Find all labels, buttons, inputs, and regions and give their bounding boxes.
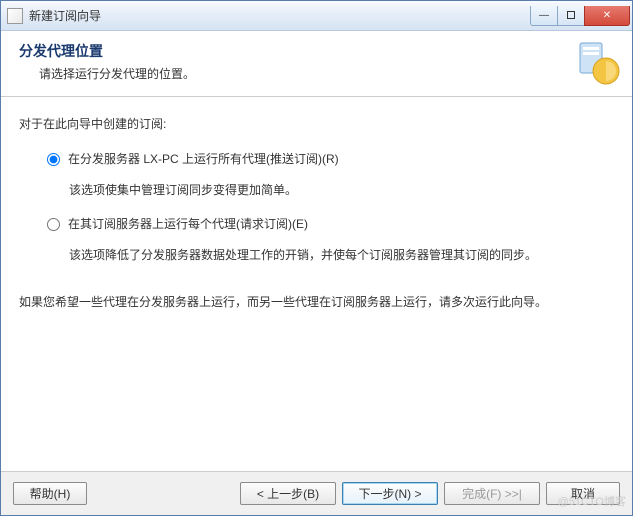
wizard-header-icon — [574, 39, 622, 87]
minimize-button[interactable]: — — [530, 6, 558, 26]
intro-text: 对于在此向导中创建的订阅: — [19, 115, 614, 134]
page-title: 分发代理位置 — [19, 41, 620, 61]
pull-description: 该选项降低了分发服务器数据处理工作的开销，并使每个订阅服务器管理其订阅的同步。 — [69, 246, 614, 265]
radio-push[interactable] — [47, 153, 60, 166]
cancel-button[interactable]: 取消 — [546, 482, 620, 505]
wizard-content: 对于在此向导中创建的订阅: 在分发服务器 LX-PC 上运行所有代理(推送订阅)… — [1, 97, 632, 312]
wizard-window: 新建订阅向导 — ✕ 分发代理位置 请选择运行分发代理的位置。 对于在此向导中创… — [0, 0, 633, 516]
push-description: 该选项使集中管理订阅同步变得更加简单。 — [69, 181, 614, 200]
titlebar: 新建订阅向导 — ✕ — [1, 1, 632, 31]
wizard-footer: 帮助(H) < 上一步(B) 下一步(N) > 完成(F) >>| 取消 — [1, 471, 632, 515]
app-icon — [7, 8, 23, 24]
option-push: 在分发服务器 LX-PC 上运行所有代理(推送订阅)(R) 该选项使集中管理订阅… — [47, 150, 614, 200]
window-title: 新建订阅向导 — [29, 7, 531, 24]
finish-button: 完成(F) >>| — [444, 482, 540, 505]
page-subtitle: 请选择运行分发代理的位置。 — [39, 65, 620, 82]
note-text: 如果您希望一些代理在分发服务器上运行，而另一些代理在订阅服务器上运行，请多次运行… — [19, 293, 614, 312]
maximize-button[interactable] — [557, 6, 585, 26]
radio-pull-label: 在其订阅服务器上运行每个代理(请求订阅)(E) — [68, 215, 308, 234]
wizard-header: 分发代理位置 请选择运行分发代理的位置。 — [1, 31, 632, 97]
close-button[interactable]: ✕ — [584, 6, 630, 26]
help-button[interactable]: 帮助(H) — [13, 482, 87, 505]
next-button[interactable]: 下一步(N) > — [342, 482, 438, 505]
back-button[interactable]: < 上一步(B) — [240, 482, 336, 505]
option-pull: 在其订阅服务器上运行每个代理(请求订阅)(E) 该选项降低了分发服务器数据处理工… — [47, 215, 614, 265]
radio-push-label: 在分发服务器 LX-PC 上运行所有代理(推送订阅)(R) — [68, 150, 339, 169]
radio-pull[interactable] — [47, 218, 60, 231]
window-controls: — ✕ — [531, 6, 630, 26]
